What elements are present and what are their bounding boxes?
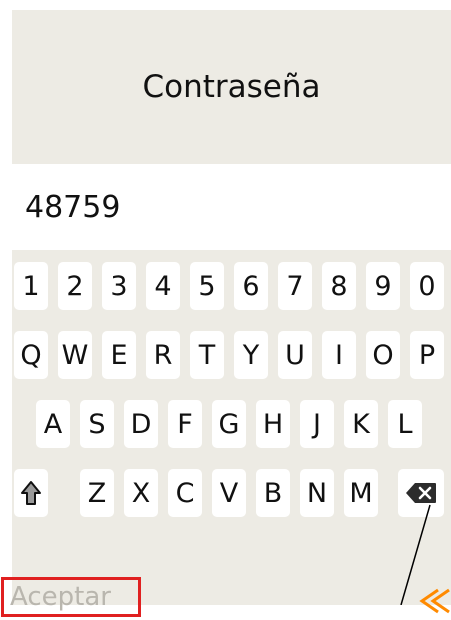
key-6[interactable]: 6 [234, 262, 268, 310]
key-i[interactable]: I [322, 331, 356, 379]
key-u[interactable]: U [278, 331, 312, 379]
dialog-title: Contraseña [142, 69, 321, 105]
key-y[interactable]: Y [234, 331, 268, 379]
back-button[interactable] [414, 586, 451, 616]
key-d[interactable]: D [124, 400, 158, 448]
key-h[interactable]: H [256, 400, 290, 448]
key-e[interactable]: E [102, 331, 136, 379]
key-p[interactable]: P [410, 331, 444, 379]
key-r[interactable]: R [146, 331, 180, 379]
key-2[interactable]: 2 [58, 262, 92, 310]
backspace-icon [405, 482, 437, 504]
key-g[interactable]: G [212, 400, 246, 448]
accept-button[interactable]: Aceptar [1, 577, 141, 617]
double-chevron-left-icon [414, 588, 451, 620]
key-t[interactable]: T [190, 331, 224, 379]
key-o[interactable]: O [366, 331, 400, 379]
key-w[interactable]: W [58, 331, 92, 379]
key-z[interactable]: Z [80, 469, 114, 517]
key-c[interactable]: C [168, 469, 202, 517]
shift-arrow-up-icon [20, 480, 42, 506]
key-x[interactable]: X [124, 469, 158, 517]
password-dialog: Contraseña 48759 1 2 3 4 5 6 7 8 9 0 Q W… [12, 10, 451, 605]
key-a[interactable]: A [36, 400, 70, 448]
key-s[interactable]: S [80, 400, 114, 448]
key-j[interactable]: J [300, 400, 334, 448]
key-m[interactable]: M [344, 469, 378, 517]
key-0[interactable]: 0 [410, 262, 444, 310]
key-l[interactable]: L [388, 400, 422, 448]
key-v[interactable]: V [212, 469, 246, 517]
key-8[interactable]: 8 [322, 262, 356, 310]
key-n[interactable]: N [300, 469, 334, 517]
key-3[interactable]: 3 [102, 262, 136, 310]
key-f[interactable]: F [168, 400, 202, 448]
key-5[interactable]: 5 [190, 262, 224, 310]
key-1[interactable]: 1 [14, 262, 48, 310]
password-field[interactable]: 48759 [12, 164, 451, 250]
key-9[interactable]: 9 [366, 262, 400, 310]
key-7[interactable]: 7 [278, 262, 312, 310]
key-q[interactable]: Q [14, 331, 48, 379]
backspace-key[interactable] [398, 469, 444, 517]
key-4[interactable]: 4 [146, 262, 180, 310]
key-k[interactable]: K [344, 400, 378, 448]
key-b[interactable]: B [256, 469, 290, 517]
shift-key[interactable] [14, 469, 48, 517]
